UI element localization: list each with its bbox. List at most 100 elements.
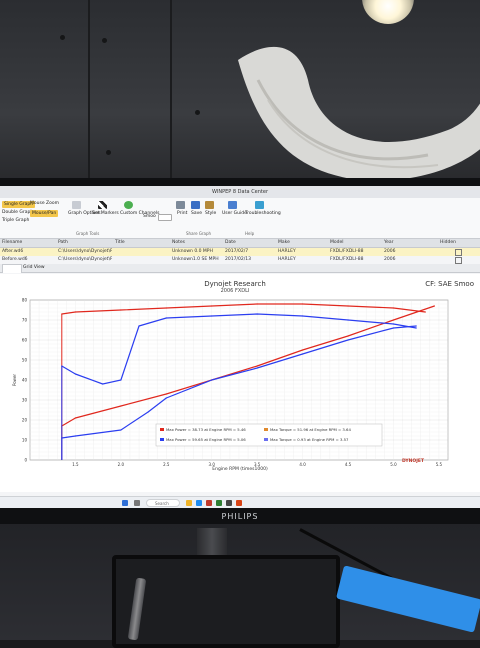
column-header[interactable]: Year — [384, 239, 394, 247]
column-header[interactable]: Path — [58, 239, 68, 247]
x-tick-label: 2.0 — [118, 462, 125, 467]
column-header[interactable]: Notes — [172, 239, 185, 247]
double-graph-button[interactable]: Double Graph — [2, 210, 33, 215]
smooth-input[interactable] — [158, 214, 172, 221]
data-point — [165, 397, 167, 399]
data-point — [165, 393, 167, 395]
dyno-plot[interactable]: 1.5 2.0 2.5 3.0 3.5 4.0 4.5 5.0 5.50102030405060… — [0, 274, 480, 492]
user-guide-icon[interactable] — [228, 201, 237, 209]
tab-graph[interactable] — [2, 264, 22, 273]
column-header[interactable]: Model — [330, 239, 344, 247]
desk-tray — [112, 555, 340, 648]
x-tick-label: 5.0 — [390, 462, 397, 467]
x-axis-label: Engine RPM (times1000) — [212, 466, 268, 472]
data-point — [120, 379, 122, 381]
troubleshooting-icon[interactable] — [255, 201, 264, 209]
print-icon[interactable] — [176, 201, 185, 209]
taskbar-search[interactable]: Search — [146, 499, 180, 507]
tab-grid-view[interactable]: Grid View — [20, 264, 48, 272]
ceiling-panel-seam — [88, 0, 90, 190]
triple-graph-button[interactable]: Triple Graph — [2, 218, 29, 223]
hidden-checkbox[interactable] — [455, 257, 462, 264]
data-point — [138, 325, 140, 327]
app-icon[interactable] — [226, 500, 232, 506]
x-tick-label: 5.5 — [436, 462, 443, 467]
style-icon[interactable] — [205, 201, 214, 209]
y-tick-label: 80 — [22, 298, 28, 303]
y-axis-label: Power — [12, 374, 17, 386]
column-header[interactable]: Filename — [2, 239, 22, 247]
data-point — [120, 405, 122, 407]
data-point — [347, 339, 349, 341]
row-cell: C:\Users\dyno\Dynojet\Runs\ — [58, 257, 112, 262]
style-button[interactable]: Style — [205, 211, 216, 216]
y-tick-label: 60 — [22, 338, 28, 343]
column-header[interactable]: Date — [225, 239, 236, 247]
legend-swatch — [264, 428, 268, 431]
user-guide-button[interactable]: User Guide — [222, 211, 247, 216]
file-row[interactable]: After.wd6 C:\Users\dyno\Dynojet\Runs\ Un… — [0, 248, 480, 256]
hidden-checkbox[interactable] — [455, 249, 462, 256]
row-cell: Before.wd6 — [2, 257, 28, 262]
data-point — [256, 303, 258, 305]
file-row[interactable]: Before.wd6 C:\Users\dyno\Dynojet\Runs\ U… — [0, 256, 480, 264]
data-point — [61, 437, 63, 439]
data-point — [392, 307, 395, 309]
x-tick-label: 4.0 — [299, 462, 306, 467]
row-cell: HARLEY — [278, 249, 296, 254]
share-graph-group-label: Share Graph — [186, 231, 212, 236]
save-icon[interactable] — [191, 201, 200, 209]
y-tick-label: 0 — [24, 458, 27, 463]
print-button[interactable]: Print — [177, 211, 187, 216]
monitor-screen: WINPEP 8 Data Center Single Graph Double… — [0, 186, 480, 508]
legend-swatch — [264, 438, 268, 441]
app-icon[interactable] — [206, 500, 212, 506]
data-point — [211, 379, 213, 381]
set-markers-icon[interactable] — [98, 201, 107, 209]
view-tabs: Grid View — [0, 264, 480, 273]
column-header[interactable]: Title — [115, 239, 125, 247]
column-header[interactable]: Hidden — [440, 239, 456, 247]
row-cell: 2017/02/7 — [225, 249, 249, 254]
mouse-zoom-button[interactable]: Mouse Zoom — [30, 201, 59, 206]
ribbon-toolbar: Single Graph Double Graph Triple Graph M… — [0, 198, 480, 239]
legend-entry: Max Power = 38.73 at Engine RPM = 5.46 — [166, 427, 246, 432]
set-markers-button[interactable]: Set Markers — [92, 211, 119, 216]
file-grid-header: Filename Path Title Notes Date Make Mode… — [0, 239, 480, 248]
legend-swatch — [160, 428, 164, 431]
custom-channels-icon[interactable] — [124, 201, 133, 209]
row-cell: 2017/02/13 — [225, 257, 251, 262]
help-group-label: Help — [245, 231, 255, 236]
troubleshooting-button[interactable]: Troubleshooting — [245, 211, 281, 216]
ceiling-bolt — [102, 38, 107, 43]
save-button[interactable]: Save — [191, 211, 202, 216]
air-duct — [238, 47, 480, 181]
edge-icon[interactable] — [196, 500, 202, 506]
file-explorer-icon[interactable] — [186, 500, 192, 506]
app-icon[interactable] — [216, 500, 222, 506]
row-cell: Unknown1.0 SE MPH — [172, 257, 219, 262]
row-cell: FXDL/FXDLI-88 — [330, 257, 364, 262]
chart-legend: Max Power = 38.73 at Engine RPM = 5.46 M… — [155, 423, 383, 447]
dyno-chart: Dynojet Research 2006 FXDLI CF: SAE Smoo… — [0, 274, 480, 492]
search-icon[interactable] — [134, 500, 140, 506]
winpep-icon[interactable] — [236, 500, 242, 506]
y-tick-label: 10 — [22, 438, 28, 443]
data-point — [392, 327, 395, 329]
row-cell: 2006 — [384, 257, 396, 262]
mouse-pan-button[interactable]: Mouse/Pan — [30, 210, 59, 217]
data-point — [165, 307, 167, 309]
data-point — [302, 303, 304, 305]
data-point — [61, 313, 63, 315]
data-point — [256, 367, 258, 369]
start-icon[interactable] — [122, 500, 128, 506]
data-point — [347, 305, 349, 307]
legend-entry: Max Torque = 0.93 at Engine RPM = 3.57 — [270, 437, 349, 442]
column-header[interactable]: Make — [278, 239, 290, 247]
row-cell: Unknown 0.0 MPH — [172, 249, 213, 254]
data-point — [302, 353, 304, 355]
x-tick-label: 2.5 — [163, 462, 170, 467]
y-tick-label: 20 — [22, 418, 28, 423]
data-point — [347, 335, 349, 337]
graph-options-icon[interactable] — [72, 201, 81, 209]
